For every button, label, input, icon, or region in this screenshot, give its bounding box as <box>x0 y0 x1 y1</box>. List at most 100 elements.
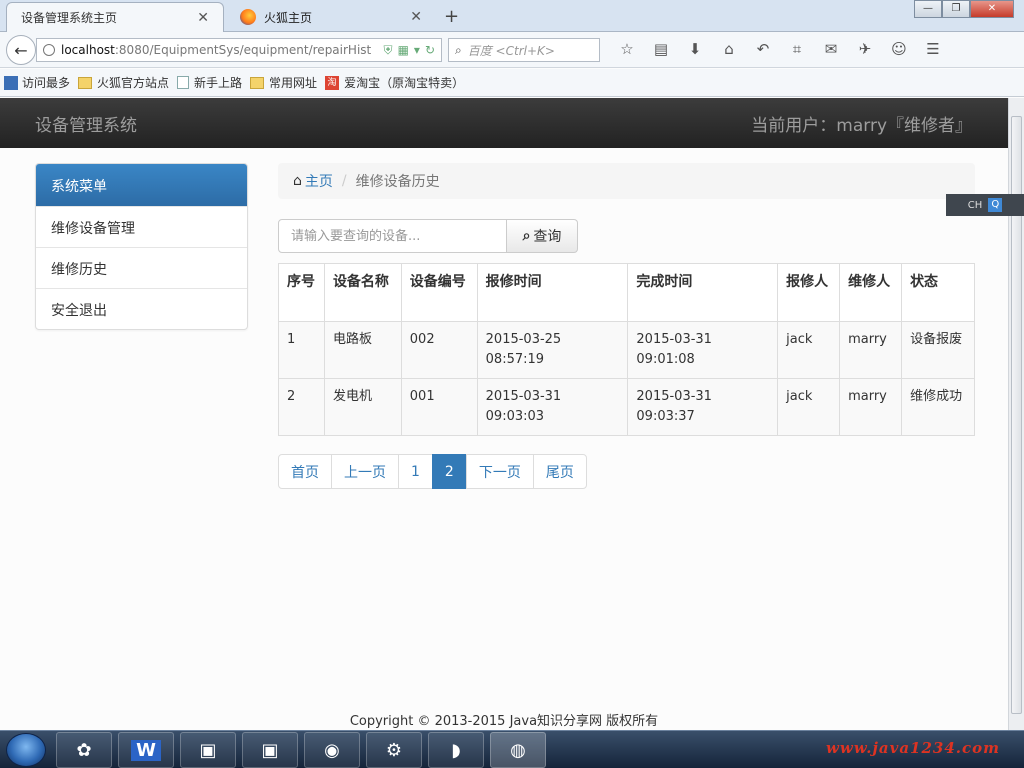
column-header: 设备编号 <box>400 263 478 322</box>
search-icon: ⌕ <box>455 42 462 57</box>
app-brand[interactable]: 设备管理系统 <box>35 111 137 136</box>
cell-repairer: marry <box>839 378 903 436</box>
device-search-group: ⌕ 查询 <box>278 219 578 253</box>
eclipse-ide-icon[interactable]: ⚙ <box>366 732 422 768</box>
cell-reporter: jack <box>777 321 841 379</box>
sidebar-item-logout[interactable]: 安全退出 <box>36 288 247 329</box>
back-arrow-icon[interactable]: ← <box>6 35 36 65</box>
bookmark-common-sites[interactable]: 常用网址 <box>250 74 317 91</box>
folder-icon <box>250 76 265 89</box>
firefox-icon <box>240 9 256 25</box>
search-placeholder: 百度 <Ctrl+K> <box>467 43 555 58</box>
os-taskbar: ✿ W ▣ ▣ ◉ ⚙ ◗ ◍ www.java1234.com <box>0 730 1024 768</box>
firefox-taskbar-icon[interactable]: ◍ <box>490 732 546 768</box>
breadcrumb: ⌂ 主页 / 维修设备历史 <box>278 163 975 199</box>
browser-search-box[interactable]: ⌕ 百度 <Ctrl+K> <box>448 38 600 62</box>
home-icon: ⌂ <box>293 173 302 189</box>
sidebar-title: 系统菜单 <box>36 164 247 206</box>
window-close-icon[interactable]: ✕ <box>970 0 1014 18</box>
windows-start-icon[interactable] <box>6 733 46 767</box>
minimize-icon[interactable]: — <box>914 0 942 18</box>
bookmark-aitaobao[interactable]: 淘 爱淘宝（原淘宝特卖） <box>325 74 464 91</box>
chrome-icon[interactable]: ◉ <box>304 732 360 768</box>
sidebar-item-repair-management[interactable]: 维修设备管理 <box>36 206 247 247</box>
device-search-input[interactable] <box>278 219 507 253</box>
qr-code-icon[interactable]: ▦ <box>398 43 409 57</box>
breadcrumb-home-link[interactable]: 主页 <box>305 171 333 191</box>
bookmark-label: 常用网址 <box>269 76 318 90</box>
search-button-label: 查询 <box>533 229 562 245</box>
app-navbar: 设备管理系统 当前用户：marry『维修者』 <box>0 98 1008 148</box>
column-header: 序号 <box>278 263 325 322</box>
url-host: localhost <box>61 43 115 57</box>
shield-icon[interactable]: ⛨ <box>384 43 393 58</box>
tab-equipment-home[interactable]: 设备管理系统主页 ✕ <box>6 2 224 32</box>
bookmark-label: 访问最多 <box>22 76 71 90</box>
column-header: 设备名称 <box>323 263 402 322</box>
ime-q-icon: Q <box>988 198 1003 212</box>
crop-icon[interactable]: ⌗ <box>780 40 814 58</box>
table-row: 1 电路板 002 2015-03-25 08:57:19 2015-03-31… <box>278 321 975 379</box>
mysql-dolphin-icon[interactable]: ◗ <box>428 732 484 768</box>
sidebar-item-repair-history[interactable]: 维修历史 <box>36 247 247 288</box>
ime-label: CH <box>967 199 983 211</box>
page-number-current[interactable]: 2 <box>431 454 467 489</box>
tab-label: 火狐主页 <box>264 10 313 25</box>
reading-list-icon[interactable]: ▤ <box>644 40 678 58</box>
cell-name: 电路板 <box>323 321 402 379</box>
cell-report-time: 2015-03-31 09:03:03 <box>476 378 629 436</box>
tool-app-icon[interactable]: ▣ <box>242 732 298 768</box>
star-icon[interactable]: ☆ <box>610 40 644 58</box>
browser-tabbar: 设备管理系统主页 ✕ 火狐主页 ✕ + — ❐ ✕ <box>0 0 1024 32</box>
download-icon[interactable]: ⬇ <box>678 40 712 58</box>
menu-icon[interactable]: ☰ <box>916 40 950 58</box>
url-bar[interactable]: localhost :8080/EquipmentSys/equipment/r… <box>36 38 442 62</box>
smiley-icon[interactable]: ☺ <box>882 40 916 58</box>
cell-finish-time: 2015-03-31 09:01:08 <box>627 321 779 379</box>
maximize-icon[interactable]: ❐ <box>942 0 970 18</box>
taobao-icon: 淘 <box>325 75 340 90</box>
page-last-link[interactable]: 尾页 <box>532 454 587 489</box>
watermark-url: www.java1234.com <box>826 739 1001 757</box>
bookmark-label: 新手上路 <box>194 76 243 90</box>
terminal-app-icon[interactable]: ▣ <box>180 732 236 768</box>
current-user: 当前用户：marry『维修者』 <box>751 115 972 136</box>
bookmark-icon <box>4 75 18 90</box>
bookmark-getting-started[interactable]: 新手上路 <box>177 74 242 91</box>
cell-name: 发电机 <box>323 378 402 436</box>
dropdown-icon[interactable]: ▾ <box>414 43 420 57</box>
reload-icon[interactable]: ↻ <box>425 43 435 57</box>
close-icon[interactable]: ✕ <box>410 9 422 25</box>
search-button[interactable]: ⌕ 查询 <box>507 219 578 253</box>
pinwheel-app-icon[interactable]: ✿ <box>56 732 112 768</box>
search-icon: ⌕ <box>522 228 531 244</box>
undo-icon[interactable]: ↶ <box>746 40 780 58</box>
page-prev-link[interactable]: 上一页 <box>331 454 399 489</box>
page-first-link[interactable]: 首页 <box>278 454 332 489</box>
page-icon <box>177 76 190 89</box>
cell-id: 2 <box>278 378 325 436</box>
home-icon[interactable]: ⌂ <box>712 40 746 58</box>
plane-icon[interactable]: ✈ <box>848 40 882 58</box>
bookmark-firefox-site[interactable]: 火狐官方站点 <box>78 74 169 91</box>
repair-history-table: 序号 设备名称 设备编号 报修时间 完成时间 报修人 维修人 状态 1 电路板 … <box>278 263 975 436</box>
cell-id: 1 <box>278 321 325 379</box>
cell-code: 002 <box>400 321 478 379</box>
close-icon[interactable]: ✕ <box>197 10 209 26</box>
footer-copyright: Copyright © 2013-2015 Java知识分享网 版权所有 <box>349 714 659 729</box>
page-scrollbar[interactable] <box>1008 98 1024 730</box>
chat-icon[interactable]: ✉ <box>814 40 848 58</box>
column-header: 维修人 <box>839 263 903 322</box>
wps-writer-icon[interactable]: W <box>118 732 174 768</box>
page-next-link[interactable]: 下一页 <box>465 454 534 489</box>
page-number-link[interactable]: 1 <box>398 454 433 489</box>
bookmark-most-visited[interactable]: 访问最多 <box>4 74 70 91</box>
cell-status: 维修成功 <box>901 378 975 436</box>
tab-firefox-home[interactable]: 火狐主页 ✕ <box>226 2 436 32</box>
toolbar-icons: ☆ ▤ ⬇ ⌂ ↶ ⌗ ✉ ✈ ☺ ☰ <box>610 40 950 58</box>
ime-badge[interactable]: CH Q <box>946 194 1024 216</box>
table-header-row: 序号 设备名称 设备编号 报修时间 完成时间 报修人 维修人 状态 <box>278 263 975 322</box>
new-tab-icon[interactable]: + <box>444 6 459 27</box>
sidebar-menu: 系统菜单 维修设备管理 维修历史 安全退出 <box>35 163 248 330</box>
column-header: 报修人 <box>777 263 841 322</box>
